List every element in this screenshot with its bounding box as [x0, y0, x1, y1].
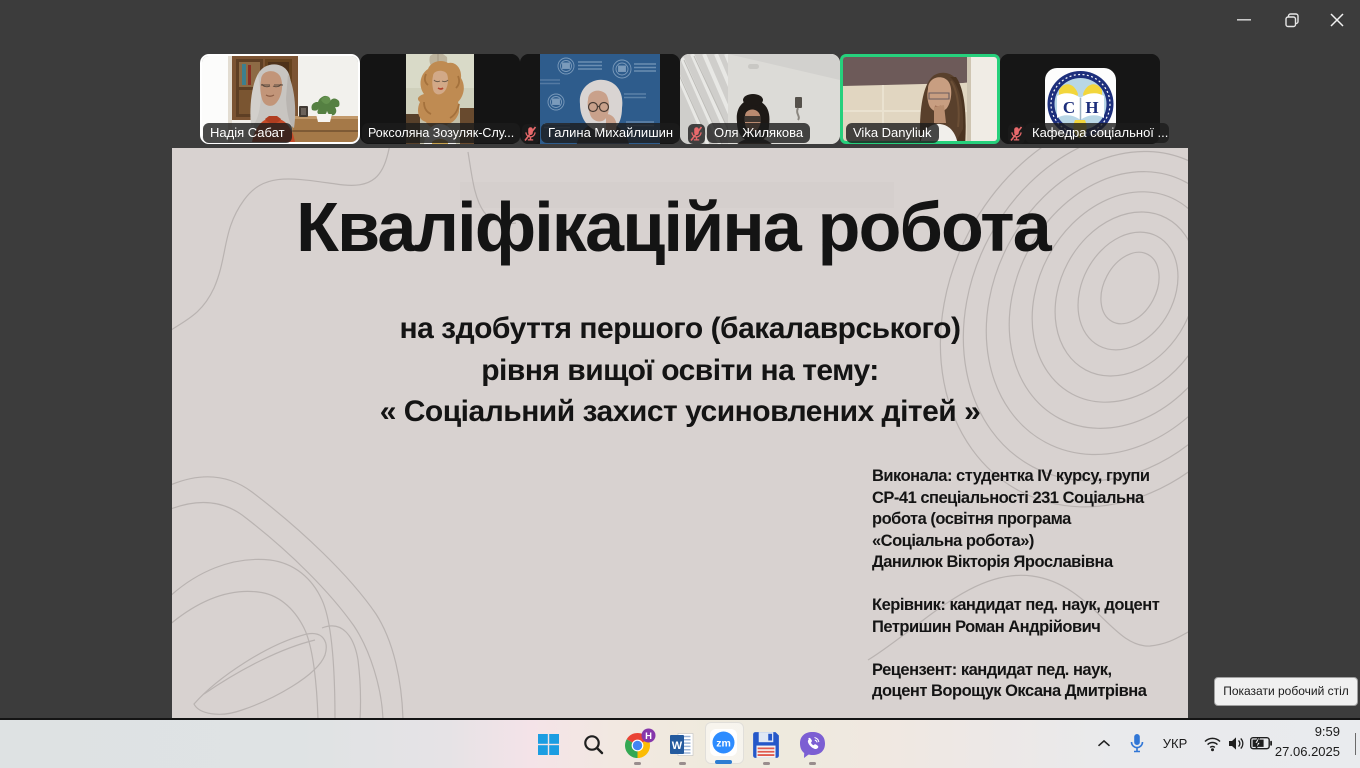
svg-text:W: W [672, 740, 683, 752]
svg-text:H: H [645, 731, 652, 742]
svg-text:Н: Н [1085, 98, 1098, 117]
svg-text:С: С [1063, 98, 1075, 117]
svg-text:zm: zm [716, 738, 731, 750]
